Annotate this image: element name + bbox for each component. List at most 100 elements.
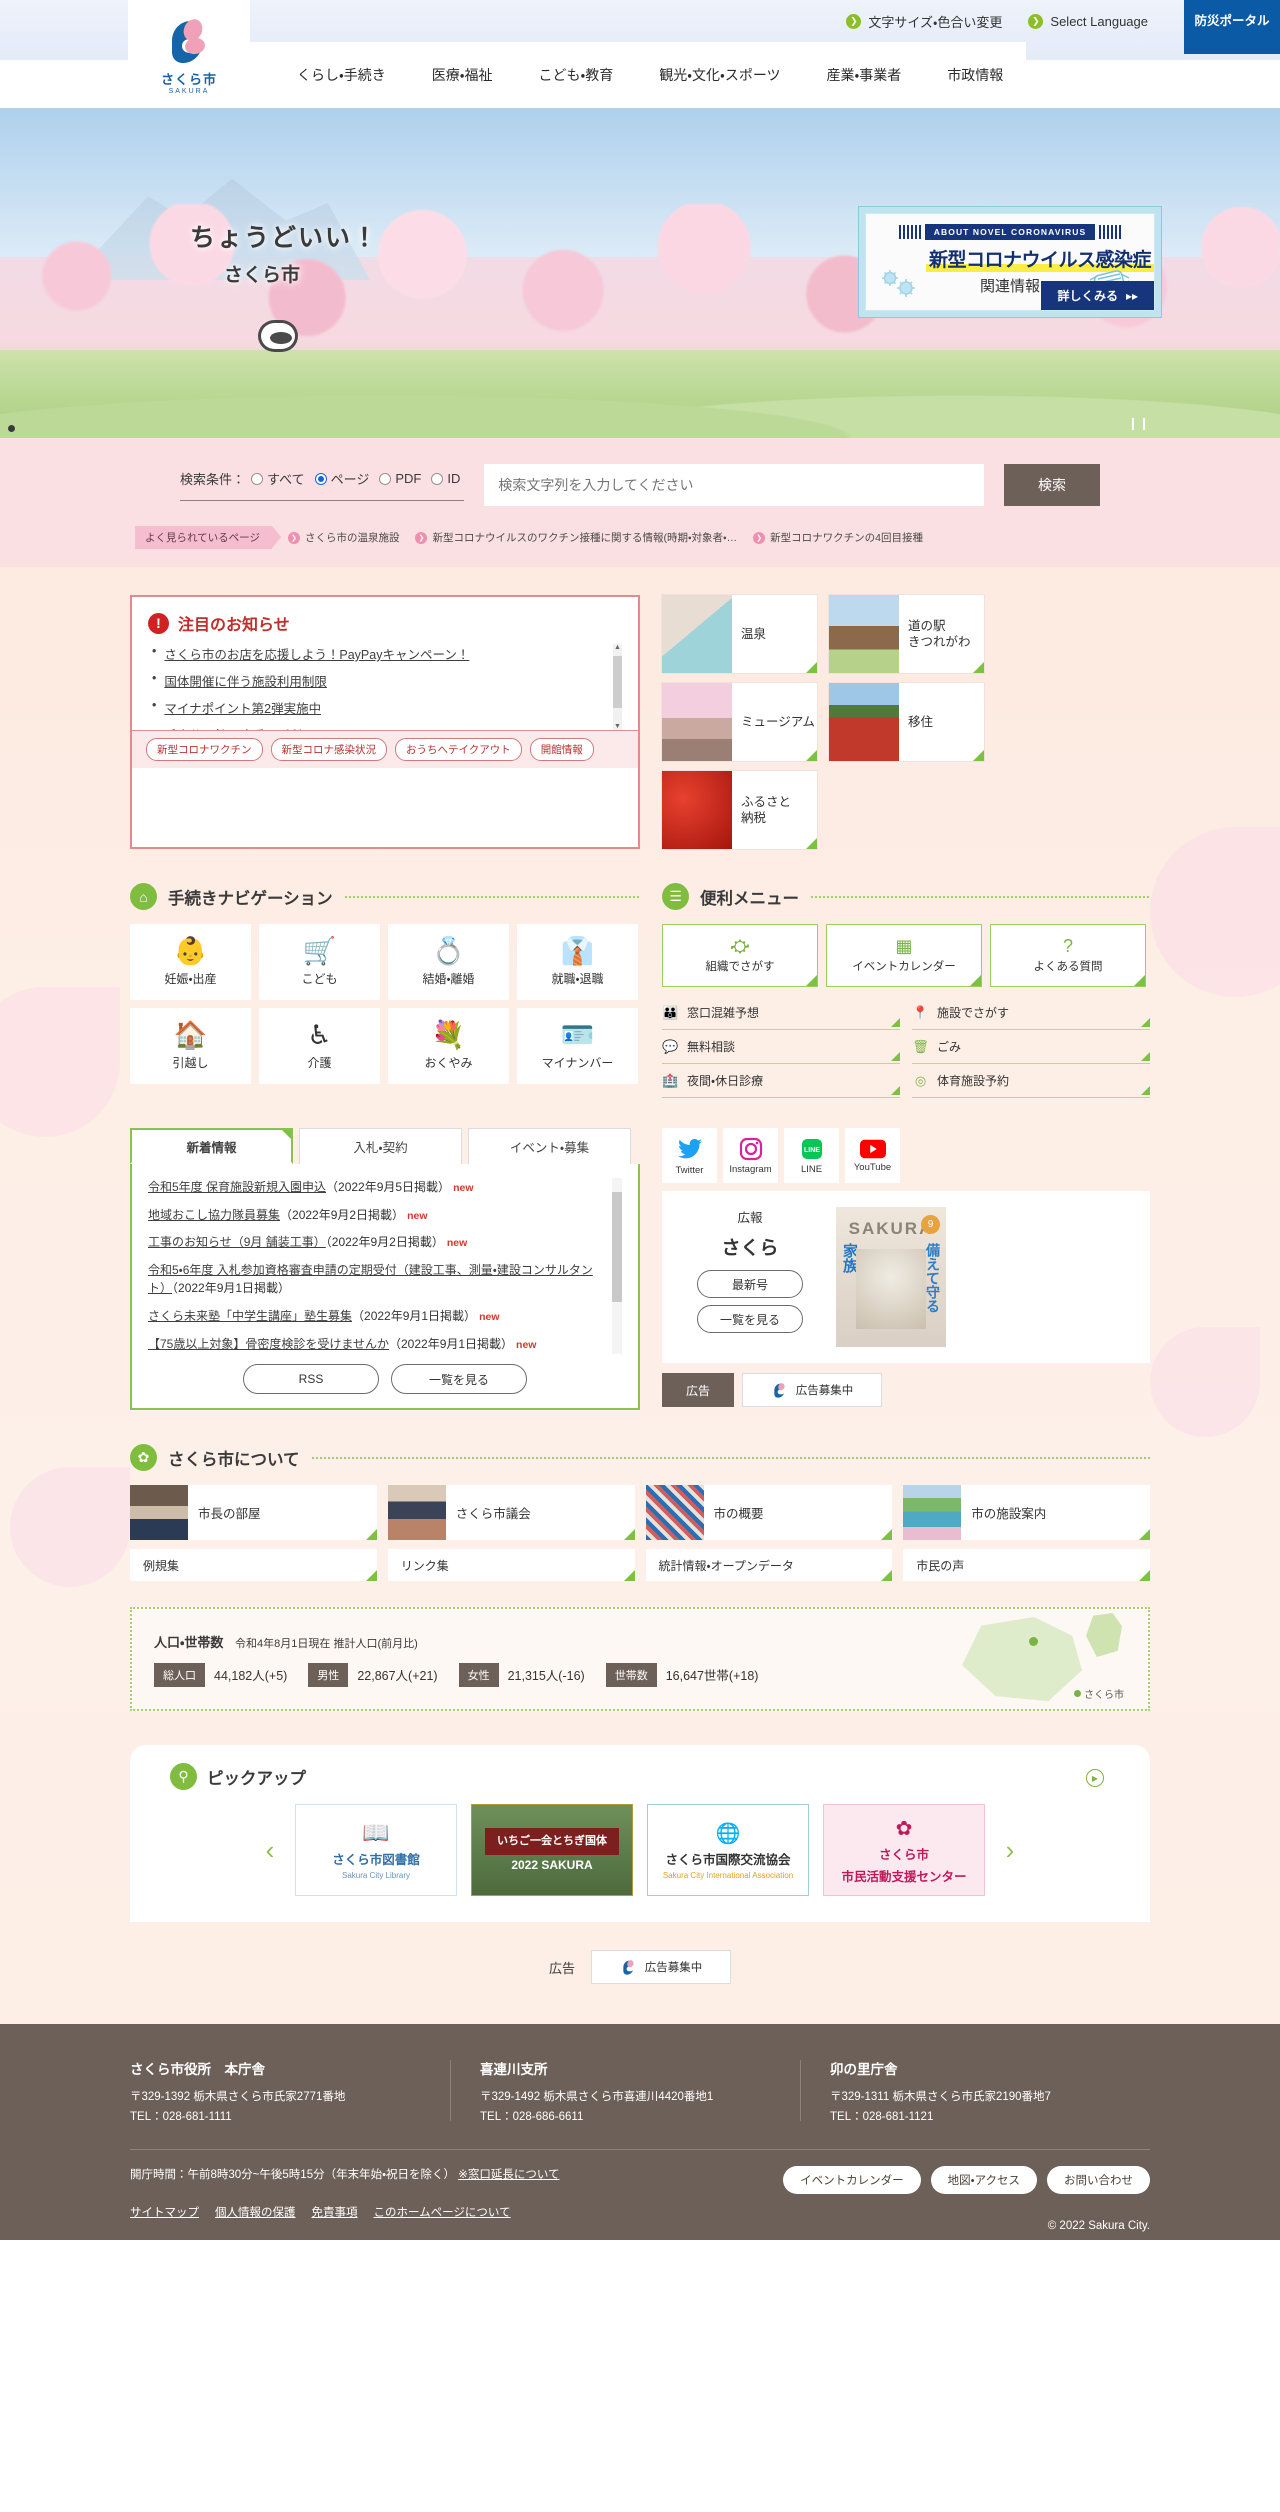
sns-youtube[interactable]: YouTube	[845, 1128, 900, 1183]
about-link-shiminnokoe[interactable]: 市民の声	[903, 1549, 1150, 1581]
hero-carousel[interactable]: ちょうどいい！ さくら市 ABOUT NOVEL CORONAVIRUS 新型コ…	[0, 108, 1280, 438]
news-link-2[interactable]: 工事のお知らせ（9月 舗装工事）	[148, 1235, 326, 1249]
popular-link-0[interactable]: ❯ さくら市の温泉施設	[287, 530, 399, 545]
about-link-reikishu[interactable]: 例規集	[130, 1549, 377, 1581]
font-size-color-setting-link[interactable]: ❯ 文字サイズ・色合い変更	[846, 12, 1002, 31]
procedure-hikkoshi[interactable]: 🏠 引越し	[130, 1008, 251, 1084]
magazine-cover[interactable]: SAKURA 9 家族 備えて守る	[836, 1207, 946, 1347]
about-mayor[interactable]: 市長の部屋	[130, 1485, 377, 1540]
about-council[interactable]: さくら市議会	[387, 1485, 635, 1540]
site-logo[interactable]: さくら市 SAKURA	[128, 0, 250, 108]
search-radio-id[interactable]: ID	[431, 471, 460, 486]
search-input[interactable]	[484, 464, 984, 506]
ad-recruit-banner[interactable]: 広告募集中	[742, 1373, 882, 1407]
convenient-faq[interactable]: ? よくある質問	[990, 924, 1146, 987]
news-scrollbar[interactable]	[612, 1178, 622, 1354]
office-hours-link[interactable]: ※窓口延長について	[458, 2169, 559, 2181]
corona-banner-cta-button[interactable]: 詳しくみる ▸▸	[1041, 281, 1154, 310]
bosai-portal-button[interactable]: 防災ポータル	[1184, 0, 1280, 54]
convenient-link-yakan[interactable]: 🏥 夜間・休日診療	[662, 1064, 900, 1098]
bottom-ad-banner[interactable]: 広告募集中	[591, 1950, 731, 1984]
procedure-ninshin[interactable]: 👶 妊娠・出産	[130, 924, 251, 1000]
procedure-kekkon[interactable]: 💍 結婚・離婚	[388, 924, 509, 1000]
notice-link-3[interactable]: 氏家公民館の冷暖房が利用できません	[164, 725, 376, 730]
notice-link-1[interactable]: 国体開催に伴う施設利用制限	[164, 671, 327, 690]
tab-event[interactable]: イベント・募集	[468, 1128, 631, 1164]
sns-instagram[interactable]: Instagram	[723, 1128, 778, 1183]
about-overview[interactable]: 市の概要	[645, 1485, 893, 1540]
footer-link-disclaimer[interactable]: 免責事項	[312, 2204, 358, 2220]
convenient-event-calendar[interactable]: ▦ イベントカレンダー	[826, 924, 982, 987]
convenient-link-madoguchi[interactable]: 👪 窓口混雑予想	[662, 996, 900, 1030]
search-radio-all[interactable]: すべて	[251, 469, 305, 488]
tile-museum[interactable]: ミュージアム	[662, 683, 817, 761]
notice-link-0[interactable]: さくら市のお店を応援しよう！PayPayキャンペーン！	[164, 644, 469, 663]
pickup-card-library[interactable]: 📖 さくら市図書館 Sakura City Library	[295, 1804, 457, 1896]
nav-item-kurashi[interactable]: くらし・手続き	[274, 65, 409, 85]
convenient-org-search[interactable]: ⛮ 組織でさがす	[662, 924, 818, 987]
popular-link-1[interactable]: ❯ 新型コロナウイルスのワクチン接種に関する情報(時期・対象者・…	[415, 530, 737, 545]
carousel-dot-1[interactable]	[8, 425, 15, 432]
carousel-dots[interactable]	[8, 425, 15, 432]
footer-link-about-site[interactable]: このホームページについて	[374, 2204, 511, 2220]
select-language-link[interactable]: ❯ Select Language	[1028, 13, 1148, 29]
tile-michinoeki[interactable]: 道の駅 きつれがわ	[829, 595, 984, 673]
footer-link-sitemap[interactable]: サイトマップ	[130, 2204, 199, 2220]
pickup-play-button[interactable]: ▶	[1086, 1769, 1104, 1787]
pickup-next-button[interactable]: ›	[999, 1835, 1021, 1866]
footer-pill-event-calendar[interactable]: イベントカレンダー	[783, 2166, 921, 2195]
procedure-kodomo[interactable]: 🛒 こども	[259, 924, 380, 1000]
about-link-linkshu[interactable]: リンク集	[387, 1549, 635, 1581]
procedure-okuyami[interactable]: 💐 おくやみ	[388, 1008, 509, 1084]
nav-item-kodomo[interactable]: こども・教育	[516, 65, 637, 85]
procedure-mynumber[interactable]: 🪪 マイナンバー	[517, 1008, 638, 1084]
sns-label: YouTube	[853, 1161, 892, 1173]
nav-item-kanko[interactable]: 観光・文化・スポーツ	[636, 65, 803, 85]
news-list-all-button[interactable]: 一覧を見る	[391, 1364, 527, 1394]
news-link-0[interactable]: 令和5年度 保育施設新規入園申込	[148, 1180, 326, 1194]
tile-furusato[interactable]: ふるさと 納税	[662, 771, 817, 849]
coronavirus-banner[interactable]: ABOUT NOVEL CORONAVIRUS 新型コロナウイルス感染症 関連情…	[858, 206, 1162, 318]
convenient-link-muryo[interactable]: 💬 無料相談	[662, 1030, 900, 1064]
notice-scrollbar[interactable]: ▲ ▼	[613, 644, 622, 730]
rss-button[interactable]: RSS	[243, 1364, 379, 1394]
convenient-link-taiiku[interactable]: ◎ 体育施設予約	[912, 1064, 1150, 1098]
notice-tag-3[interactable]: 開館情報	[529, 738, 594, 761]
convenient-link-shisetsu[interactable]: 📍 施設でさがす	[912, 996, 1150, 1030]
search-button[interactable]: 検索	[1004, 464, 1100, 506]
convenient-link-gomi[interactable]: 🗑 ごみ	[912, 1030, 1150, 1064]
notice-tag-0[interactable]: 新型コロナワクチン	[146, 738, 263, 761]
notice-tag-1[interactable]: 新型コロナ感染状況	[270, 738, 387, 761]
news-link-4[interactable]: さくら未来塾「中学生講座」塾生募集	[148, 1309, 352, 1323]
pickup-card-kokusai[interactable]: 🌐 さくら市国際交流協会 Sakura City International A…	[647, 1804, 809, 1896]
kouhou-list-button[interactable]: 一覧を見る	[697, 1305, 803, 1333]
notice-tag-2[interactable]: おうちへテイクアウト	[395, 738, 522, 761]
nav-item-iryo[interactable]: 医療・福祉	[409, 65, 516, 85]
kouhou-latest-button[interactable]: 最新号	[697, 1270, 803, 1298]
nav-item-sangyo[interactable]: 産業・事業者	[804, 65, 925, 85]
footer-pill-contact[interactable]: お問い合わせ	[1047, 2166, 1150, 2195]
carousel-pause-button[interactable]: ❙❙	[1128, 416, 1150, 430]
footer-pill-map-access[interactable]: 地図・アクセス	[930, 2166, 1037, 2195]
about-link-toukei[interactable]: 統計情報・オープンデータ	[645, 1549, 893, 1581]
notice-link-2[interactable]: マイナポイント第2弾実施中	[164, 698, 321, 717]
search-radio-page[interactable]: ページ	[314, 469, 369, 488]
pickup-card-kokutai[interactable]: いちご一会とちぎ国体 2022 SAKURA	[471, 1804, 633, 1896]
pickup-prev-button[interactable]: ‹	[259, 1835, 281, 1866]
search-radio-pdf[interactable]: PDF	[379, 471, 421, 486]
news-link-1[interactable]: 地域おこし協力隊員募集	[148, 1208, 280, 1222]
popular-link-2[interactable]: ❯ 新型コロナワクチンの4回目接種	[753, 530, 923, 545]
tab-shinchaku[interactable]: 新着情報	[130, 1128, 293, 1164]
procedure-kaigo[interactable]: ♿ 介護	[259, 1008, 380, 1084]
tile-onsen[interactable]: 温泉	[662, 595, 817, 673]
tile-iju[interactable]: 移住	[829, 683, 984, 761]
pickup-card-shimin[interactable]: ✿ さくら市 市民活動支援センター	[823, 1804, 985, 1896]
tab-nyusatsu[interactable]: 入札・契約	[299, 1128, 462, 1164]
sns-line[interactable]: LINE LINE	[784, 1128, 839, 1183]
about-facility[interactable]: 市の施設案内	[903, 1485, 1150, 1540]
procedure-shushoku[interactable]: 👔 就職・退職	[517, 924, 638, 1000]
sns-twitter[interactable]: Twitter	[662, 1128, 717, 1183]
footer-link-privacy[interactable]: 個人情報の保護	[215, 2204, 296, 2220]
nav-item-shisei[interactable]: 市政情報	[924, 65, 1026, 85]
news-link-5[interactable]: 【75歳以上対象】骨密度検診を受けませんか	[148, 1337, 389, 1351]
